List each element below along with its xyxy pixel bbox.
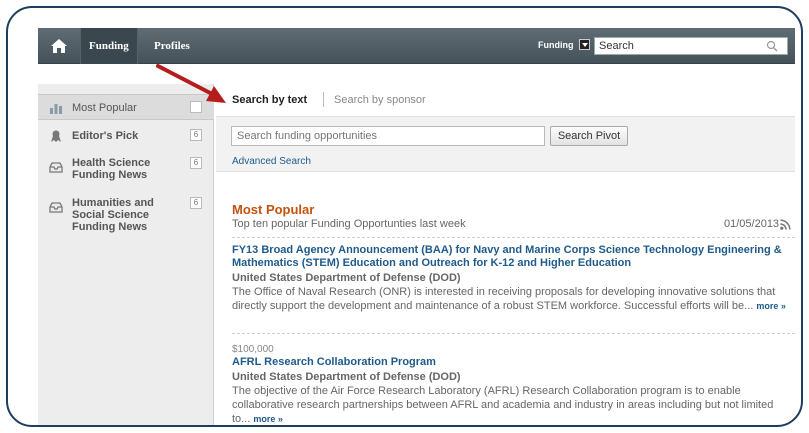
- opportunity-title-link[interactable]: FY13 Broad Agency Announcement (BAA) for…: [232, 244, 792, 270]
- tab-search-by-sponsor[interactable]: Search by sponsor: [334, 94, 426, 106]
- nav-tab-profiles[interactable]: Profiles: [146, 28, 198, 64]
- more-link[interactable]: more »: [756, 301, 786, 311]
- sidebar-item-health-science-funding-news[interactable]: Health Science Funding News 6: [38, 156, 214, 186]
- section-heading: Most Popular: [232, 202, 315, 217]
- tray-icon: [49, 162, 63, 173]
- sidebar-item-badge: 6: [190, 197, 202, 209]
- tab-search-by-text[interactable]: Search by text: [232, 94, 307, 106]
- divider: [232, 333, 795, 334]
- opportunity-amount: $100,000: [232, 344, 274, 355]
- advanced-search-link[interactable]: Advanced Search: [232, 156, 311, 167]
- search-scope-label[interactable]: Funding: [538, 40, 574, 50]
- opportunity-description-text: The Office of Naval Research (ONR) is in…: [232, 286, 776, 312]
- sidebar-item-label: Editor's Pick: [72, 130, 139, 142]
- sidebar-item-label: Health Science Funding News: [72, 157, 151, 181]
- bar-chart-icon: [50, 104, 62, 114]
- search-pivot-button[interactable]: Search Pivot: [550, 126, 628, 146]
- sidebar-item-most-popular[interactable]: Most Popular: [38, 94, 214, 120]
- sidebar-item-badge: [190, 101, 202, 113]
- sidebar-item-humanities-social-science-funding-news[interactable]: Humanities and Social Science Funding Ne…: [38, 196, 214, 233]
- opportunity-sponsor: United States Department of Defense (DOD…: [232, 272, 461, 284]
- opportunity-description-text: The objective of the Air Force Research …: [232, 385, 774, 425]
- sidebar-item-badge: 6: [190, 129, 202, 141]
- sidebar-item-badge: 6: [190, 157, 202, 169]
- tab-divider: [323, 92, 324, 107]
- opportunity-sponsor: United States Department of Defense (DOD…: [232, 371, 461, 383]
- opportunity-item: FY13 Broad Agency Announcement (BAA) for…: [232, 244, 792, 313]
- home-icon[interactable]: [48, 36, 70, 56]
- search-icon[interactable]: [766, 40, 778, 52]
- opportunity-title-link[interactable]: AFRL Research Collaboration Program: [232, 356, 792, 369]
- top-nav-bar: Funding Profiles Funding: [38, 28, 795, 64]
- funding-search-input[interactable]: [231, 126, 545, 146]
- award-ribbon-icon: [51, 130, 61, 142]
- sidebar-item-label: Most Popular: [72, 102, 137, 114]
- global-search-input[interactable]: [594, 37, 788, 55]
- sidebar-item-editors-pick[interactable]: Editor's Pick 6: [38, 128, 214, 148]
- opportunity-description: The objective of the Air Force Research …: [232, 384, 792, 425]
- search-panel: Search Pivot Advanced Search: [216, 116, 795, 172]
- tray-icon: [49, 202, 63, 213]
- app-window: Funding Profiles Funding Most Popular: [38, 28, 795, 425]
- opportunity-description: The Office of Naval Research (ONR) is in…: [232, 285, 792, 313]
- more-link[interactable]: more »: [253, 414, 283, 424]
- sidebar: Most Popular Editor's Pick 6 Health Scie…: [38, 84, 214, 425]
- scope-dropdown-icon[interactable]: [579, 39, 590, 50]
- section-date: 01/05/2013: [724, 218, 780, 230]
- main-content: Search by text Search by sponsor Search …: [216, 84, 795, 425]
- screenshot-frame: Funding Profiles Funding Most Popular: [6, 6, 803, 427]
- opportunity-item: $100,000 AFRL Research Collaboration Pro…: [232, 343, 792, 425]
- rss-feed-icon[interactable]: [780, 219, 791, 230]
- nav-tab-funding[interactable]: Funding: [80, 28, 138, 64]
- section-subtitle: Top ten popular Funding Opportunties las…: [232, 218, 466, 230]
- divider: [232, 237, 795, 238]
- sidebar-item-label: Humanities and Social Science Funding Ne…: [72, 197, 154, 233]
